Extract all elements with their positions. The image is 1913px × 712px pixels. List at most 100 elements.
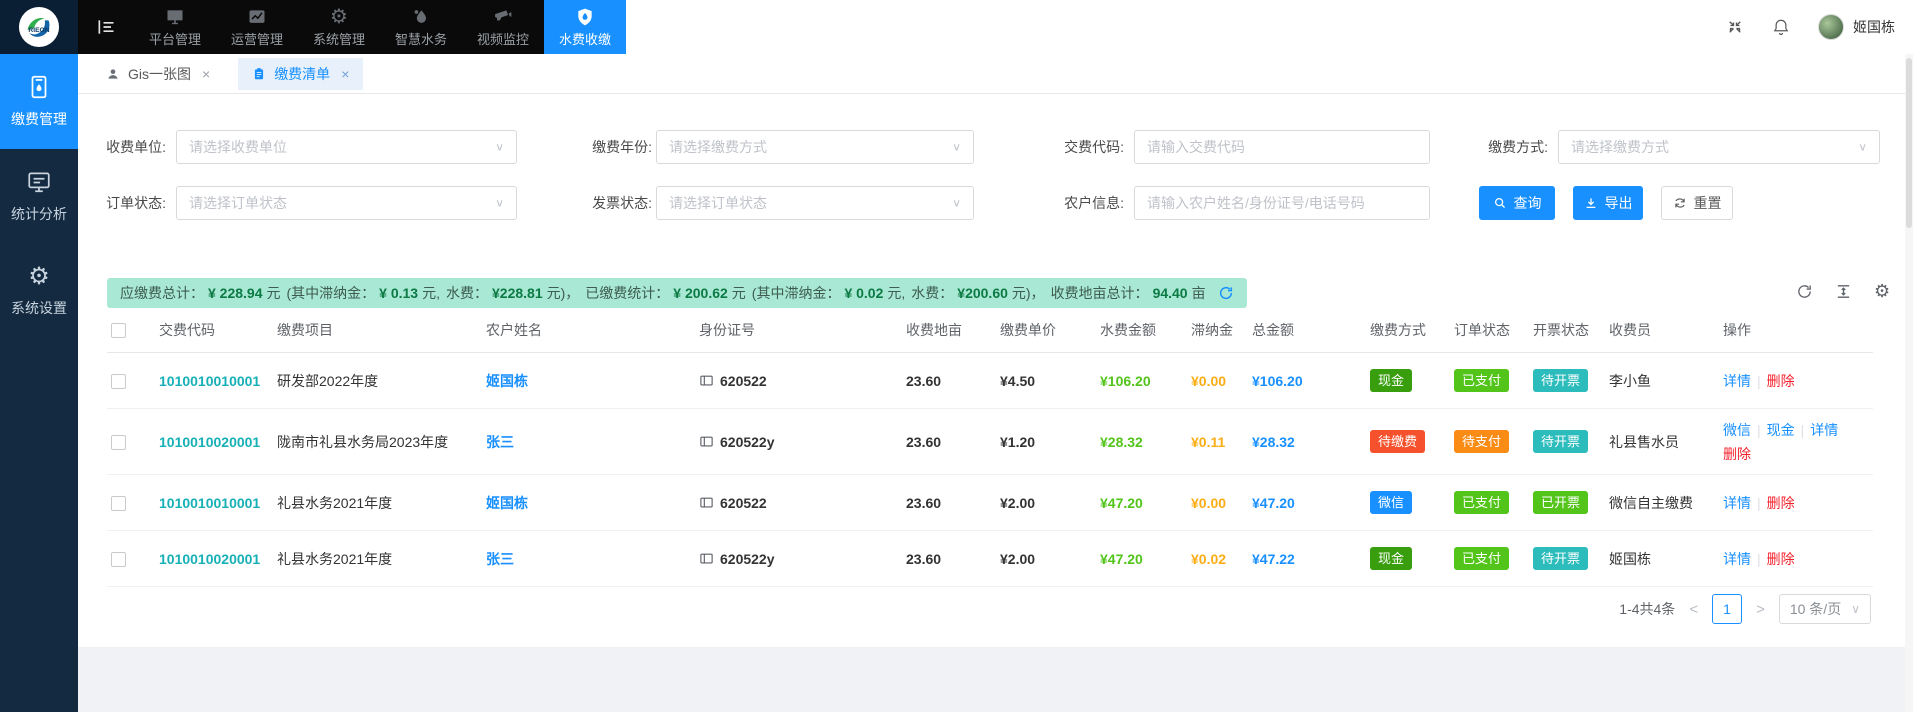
id-card-icon (699, 495, 714, 510)
page-size-select[interactable]: 10 条/页 ∨ (1779, 594, 1871, 624)
detail-link[interactable]: 详情 (1723, 495, 1751, 511)
row-checkbox[interactable] (111, 552, 126, 567)
shield-icon (575, 7, 595, 27)
chevron-down-icon: ∨ (952, 197, 961, 210)
row-checkbox[interactable] (111, 435, 126, 450)
payment-code-link[interactable]: 1010010020001 (159, 551, 260, 567)
refresh-icon[interactable] (1796, 283, 1813, 300)
wechat-pay-link[interactable]: 微信 (1723, 422, 1751, 438)
col-header: 开票状态 (1529, 316, 1605, 353)
top-header: 平台管理 运营管理 ⚙ 系统管理 智慧水务 视频监控 (78, 0, 1913, 54)
tab-label: Gis一张图 (128, 64, 191, 84)
close-icon[interactable]: × (341, 66, 349, 82)
delete-link[interactable]: 删除 (1723, 446, 1751, 462)
invoice-status-badge: 待开票 (1533, 369, 1588, 392)
billing-unit-select[interactable]: 请选择收费单位∨ (176, 130, 517, 164)
nav-item-video-monitoring[interactable]: 视频监控 (462, 0, 544, 54)
logo-icon: RIEON (18, 6, 60, 48)
total-cell: ¥47.22 (1248, 531, 1366, 587)
invoice-status-badge: 待开票 (1533, 547, 1588, 570)
export-button[interactable]: 导出 (1573, 186, 1643, 220)
collector-cell: 礼县售水员 (1605, 409, 1719, 475)
total-cell: ¥28.32 (1248, 409, 1366, 475)
user-menu[interactable]: 姬国栋 (1818, 14, 1895, 40)
pay-method-badge: 微信 (1370, 491, 1412, 514)
payment-code-input[interactable] (1134, 130, 1430, 164)
sidebar: RIEON 缴费管理 统计分析 ⚙ 系统设置 (0, 0, 78, 712)
pagination: 1-4共4条 < 1 > 10 条/页 ∨ (1619, 594, 1871, 624)
project-cell: 研发部2022年度 (273, 353, 482, 409)
detail-link[interactable]: 详情 (1723, 373, 1751, 389)
payment-method-select[interactable]: 请选择缴费方式∨ (1558, 130, 1880, 164)
prev-page-icon[interactable]: < (1689, 601, 1698, 618)
close-icon[interactable]: × (202, 66, 210, 82)
scrollbar[interactable] (1905, 54, 1913, 712)
payment-year-select[interactable]: 请选择缴费方式∨ (656, 130, 974, 164)
col-header: 滞纳金 (1187, 316, 1248, 353)
invoice-status-badge: 已开票 (1533, 491, 1588, 514)
nav-item-label: 水费收缴 (559, 29, 611, 48)
project-cell: 礼县水务2021年度 (273, 531, 482, 587)
cash-pay-link[interactable]: 现金 (1767, 422, 1795, 438)
water-fee-cell: ¥47.20 (1096, 475, 1187, 531)
delete-link[interactable]: 删除 (1767, 373, 1795, 389)
col-header: 水费金额 (1096, 316, 1187, 353)
density-icon[interactable] (1835, 283, 1852, 300)
row-checkbox[interactable] (111, 496, 126, 511)
search-icon (1493, 196, 1507, 210)
delete-link[interactable]: 删除 (1767, 551, 1795, 567)
fullscreen-icon[interactable] (1726, 18, 1744, 36)
farmer-name-link[interactable]: 张三 (486, 434, 514, 450)
search-button[interactable]: 查询 (1479, 186, 1555, 220)
nav-item-operations-management[interactable]: 运营管理 (216, 0, 298, 54)
bell-icon[interactable] (1772, 18, 1790, 36)
tab-payment-list[interactable]: 缴费清单 × (238, 58, 363, 90)
order-status-select[interactable]: 请选择订单状态∨ (176, 186, 517, 220)
filter-label-order-status: 订单状态: (80, 186, 166, 220)
water-fee-cell: ¥47.20 (1096, 531, 1187, 587)
select-all-checkbox[interactable] (111, 323, 126, 338)
sidebar-item-system-settings[interactable]: ⚙ 系统设置 (0, 244, 78, 339)
filter-label-payment-year: 缴费年份: (566, 130, 652, 164)
farmer-name-link[interactable]: 张三 (486, 551, 514, 567)
nav-item-water-fee-collection[interactable]: 水费收缴 (544, 0, 626, 54)
sidebar-item-statistics[interactable]: 统计分析 (0, 149, 78, 244)
sidebar-item-label: 缴费管理 (11, 109, 67, 129)
nav-item-label: 系统管理 (313, 29, 365, 48)
unit-price-cell: ¥2.00 (996, 531, 1096, 587)
tab-gis-map[interactable]: Gis一张图 × (92, 58, 224, 90)
invoice-status-select[interactable]: 请选择订单状态∨ (656, 186, 974, 220)
col-header: 订单状态 (1450, 316, 1529, 353)
pagination-total: 1-4共4条 (1619, 599, 1675, 619)
next-page-icon[interactable]: > (1756, 601, 1765, 618)
detail-link[interactable]: 详情 (1810, 422, 1838, 438)
nav-item-smart-water[interactable]: 智慧水务 (380, 0, 462, 54)
filter-label-invoice-status: 发票状态: (566, 186, 652, 220)
farmer-name-link[interactable]: 姬国栋 (486, 373, 528, 389)
refresh-icon[interactable] (1218, 285, 1234, 301)
detail-link[interactable]: 详情 (1723, 551, 1751, 567)
nav-item-label: 视频监控 (477, 29, 529, 48)
payment-code-link[interactable]: 1010010010001 (159, 495, 260, 511)
reset-button[interactable]: 重置 (1661, 186, 1733, 220)
menu-fold-icon[interactable] (78, 0, 134, 54)
page-number[interactable]: 1 (1712, 594, 1742, 624)
farmer-info-input[interactable] (1134, 186, 1430, 220)
nav-item-label: 智慧水务 (395, 29, 447, 48)
nav-item-system-management[interactable]: ⚙ 系统管理 (298, 0, 380, 54)
nav-item-label: 平台管理 (149, 29, 201, 48)
payment-code-link[interactable]: 1010010020001 (159, 434, 260, 450)
filter-label-billing-unit: 收费单位: (80, 130, 166, 164)
collector-cell: 微信自主缴费 (1605, 475, 1719, 531)
sidebar-item-payment-management[interactable]: 缴费管理 (0, 54, 78, 149)
payment-code-link[interactable]: 1010010010001 (159, 373, 260, 389)
payments-table: 交费代码 缴费项目 农户姓名 身份证号 收费地亩 缴费单价 水费金额 滞纳金 总… (107, 316, 1873, 587)
nav-item-platform-management[interactable]: 平台管理 (134, 0, 216, 54)
farmer-name-link[interactable]: 姬国栋 (486, 495, 528, 511)
col-header: 身份证号 (695, 316, 902, 353)
row-checkbox[interactable] (111, 374, 126, 389)
total-cell: ¥47.20 (1248, 475, 1366, 531)
settings-gear-icon[interactable]: ⚙ (1874, 282, 1890, 300)
delete-link[interactable]: 删除 (1767, 495, 1795, 511)
scrollbar-thumb[interactable] (1906, 58, 1912, 228)
